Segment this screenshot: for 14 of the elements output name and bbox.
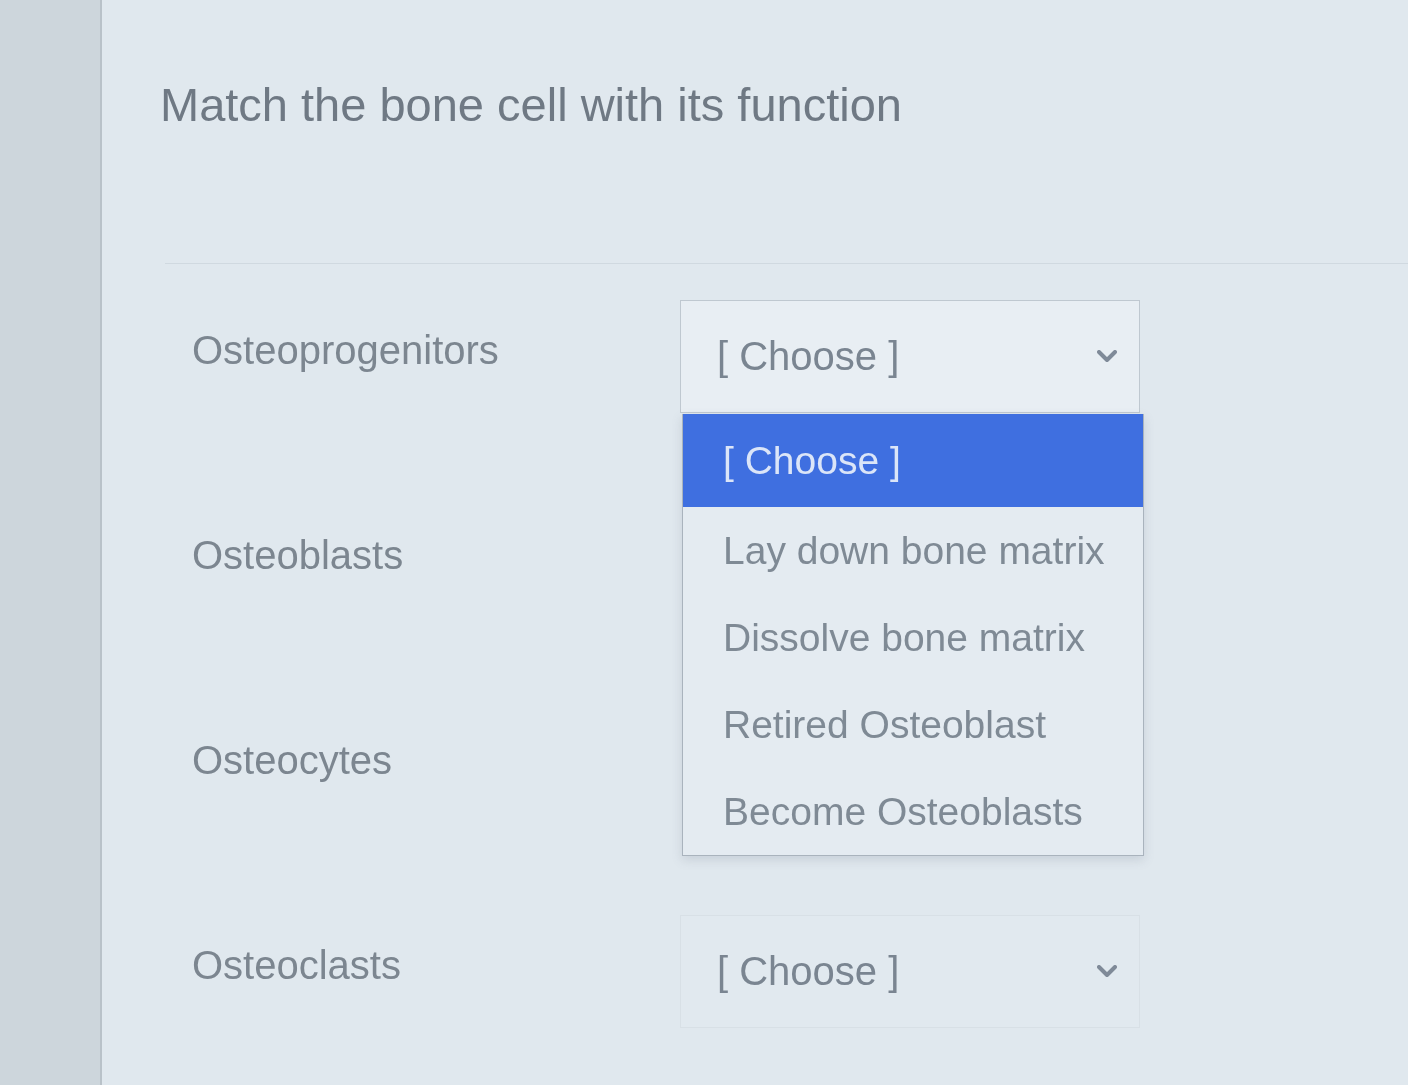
chevron-down-icon <box>1097 350 1117 363</box>
term-label: Osteoprogenitors <box>192 327 500 374</box>
dropdown-option[interactable]: Dissolve bone matrix <box>683 594 1143 681</box>
select-field[interactable]: [ Choose ] <box>680 915 1140 1028</box>
dropdown-option[interactable]: Retired Osteoblast <box>683 681 1143 768</box>
dropdown-option[interactable]: Become Osteoblasts <box>683 768 1143 855</box>
select-field[interactable]: [ Choose ] <box>680 300 1140 413</box>
term-label: Osteocytes <box>192 737 394 784</box>
chevron-down-icon <box>1097 965 1117 978</box>
question-title: Match the bone cell with its function <box>160 77 903 133</box>
term-label: Osteoblasts <box>192 532 405 579</box>
term-label: Osteoclasts <box>192 942 402 989</box>
dropdown-option[interactable]: Lay down bone matrix <box>683 507 1143 594</box>
dropdown-option[interactable]: [ Choose ] <box>683 414 1143 507</box>
